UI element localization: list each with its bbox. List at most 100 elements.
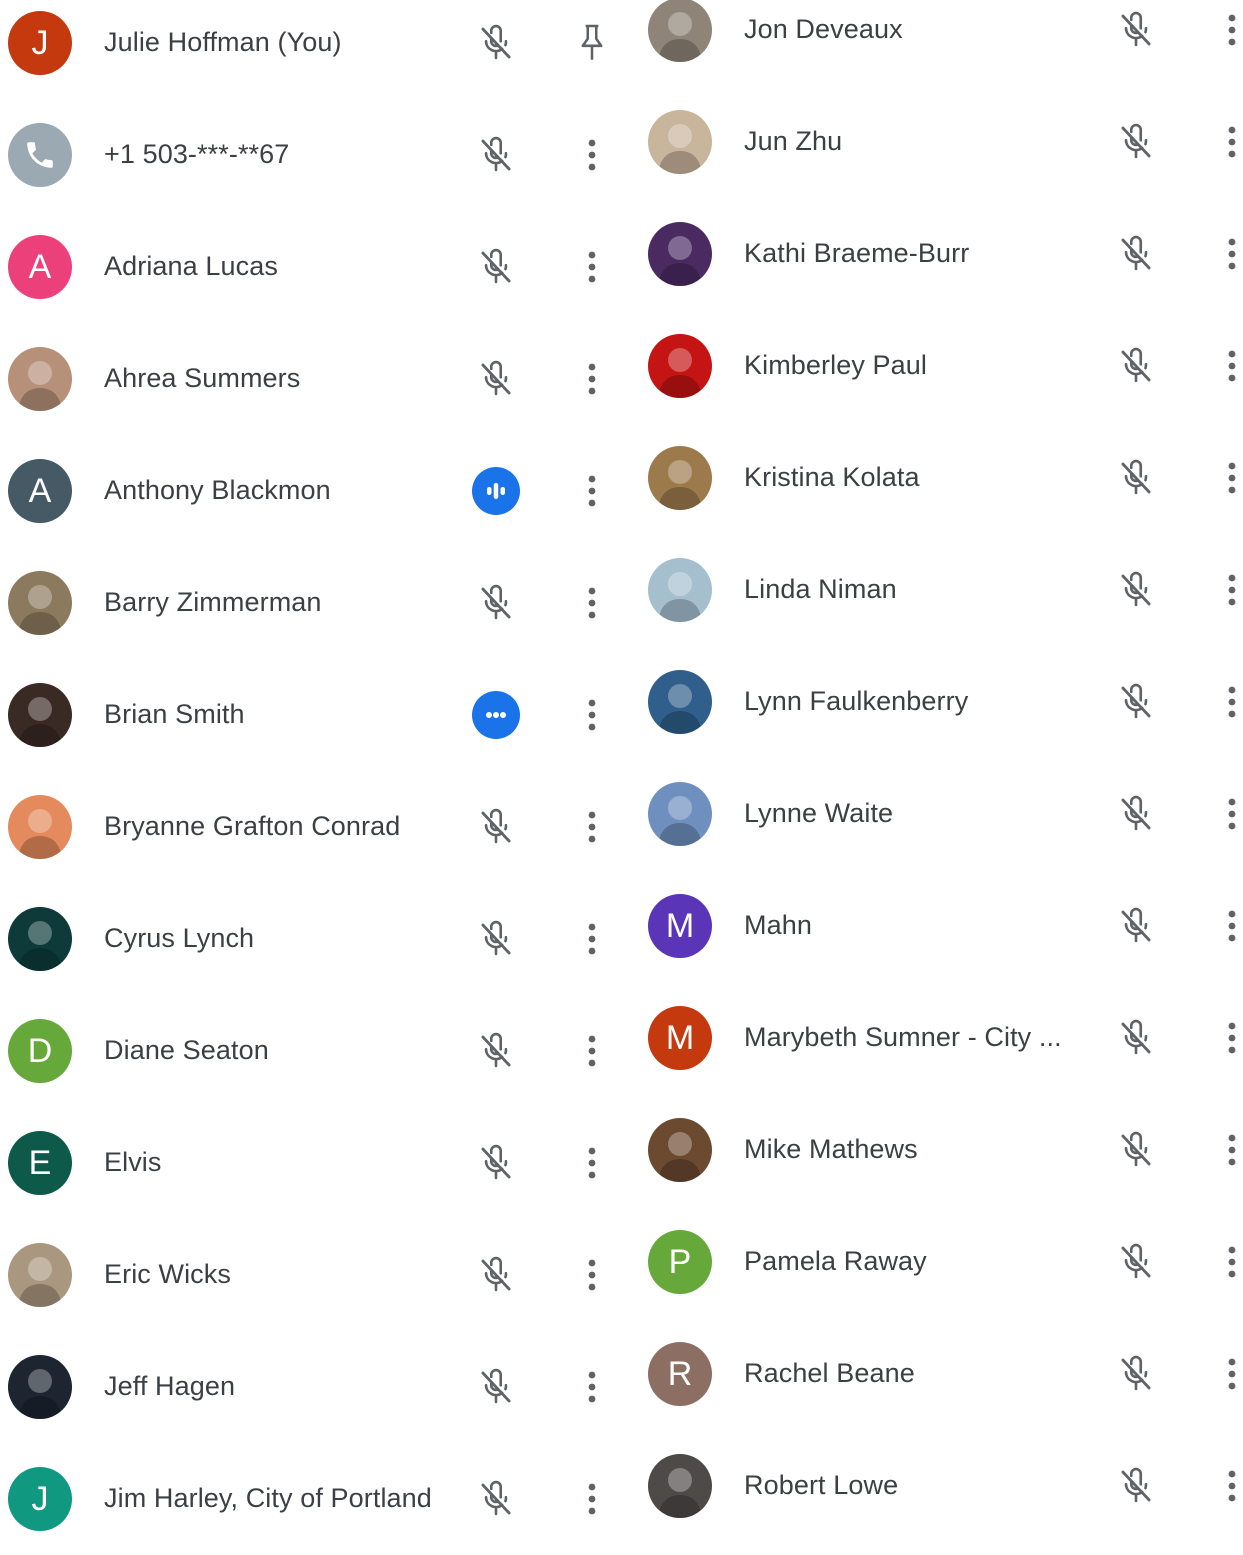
- mic-off-icon: [1112, 1350, 1160, 1398]
- participant-name: Elvis: [104, 1147, 162, 1177]
- more-options-icon[interactable]: [1220, 1014, 1243, 1062]
- avatar-photo: [8, 907, 72, 971]
- mic-off-icon: [1112, 454, 1160, 502]
- participant-name: Kimberley Paul: [744, 350, 927, 380]
- more-options-icon[interactable]: [1220, 230, 1243, 278]
- more-options-icon[interactable]: [580, 1139, 604, 1187]
- more-options-icon[interactable]: [580, 131, 604, 179]
- avatar-photo: [648, 334, 712, 398]
- more-options-icon[interactable]: [1220, 678, 1243, 726]
- avatar-photo: [648, 1118, 712, 1182]
- avatar-photo: [8, 795, 72, 859]
- avatar-letter: E: [8, 1131, 72, 1195]
- mic-off-icon: [1112, 1462, 1160, 1510]
- avatar-letter: J: [8, 11, 72, 75]
- mic-off-icon: [1112, 6, 1160, 54]
- participant-row-barry-zimmerman: Barry Zimmerman: [0, 547, 621, 659]
- more-options-icon[interactable]: [1220, 566, 1243, 614]
- more-options-icon[interactable]: [580, 355, 604, 403]
- participant-name: Anthony Blackmon: [104, 475, 331, 505]
- avatar-photo: [648, 670, 712, 734]
- more-options-icon[interactable]: [580, 579, 604, 627]
- more-options-icon[interactable]: [1220, 6, 1243, 54]
- participant-row-julie-hoffman-you: J Julie Hoffman (You): [0, 0, 621, 99]
- mic-off-icon: [1112, 566, 1160, 614]
- avatar-photo: [648, 222, 712, 286]
- avatar-letter: D: [8, 1019, 72, 1083]
- participant-name: Lynne Waite: [744, 798, 894, 828]
- participant-name: Linda Niman: [744, 574, 897, 604]
- more-options-icon[interactable]: [1220, 118, 1243, 166]
- more-options-icon[interactable]: [580, 1475, 604, 1523]
- pin-icon[interactable]: [572, 19, 612, 67]
- participant-row-rachel-beane: R Rachel Beane: [640, 1318, 1243, 1430]
- participant-name: Rachel Beane: [744, 1358, 915, 1388]
- more-options-icon[interactable]: [1220, 1350, 1243, 1398]
- more-options-icon[interactable]: [580, 1363, 604, 1411]
- avatar-letter: R: [648, 1342, 712, 1406]
- mic-off-icon: [1112, 1238, 1160, 1286]
- mic-off-icon: [472, 1027, 520, 1075]
- participant-row-1-503-67: +1 503-***-**67: [0, 99, 621, 211]
- participant-list-right-column: Jon Deveaux Jun Zhu Kathi Braeme-Burr Kimbe…: [640, 0, 1243, 1525]
- more-options-icon[interactable]: [580, 243, 604, 291]
- mic-off-icon: [472, 1139, 520, 1187]
- more-options-icon[interactable]: [1220, 342, 1243, 390]
- participant-row-lynne-waite: Lynne Waite: [640, 758, 1243, 870]
- mic-off-icon: [472, 1475, 520, 1523]
- mic-off-icon: [472, 1251, 520, 1299]
- participant-row-robert-lowe: Robert Lowe: [640, 1430, 1243, 1542]
- participant-row-elvis: E Elvis: [0, 1107, 621, 1219]
- more-options-icon[interactable]: [580, 915, 604, 963]
- participant-row-pamela-raway: P Pamela Raway: [640, 1206, 1243, 1318]
- mic-off-icon: [1112, 1014, 1160, 1062]
- mic-off-icon: [472, 19, 520, 67]
- avatar-photo: [648, 558, 712, 622]
- avatar-letter: M: [648, 1006, 712, 1070]
- more-options-icon[interactable]: [1220, 1462, 1243, 1510]
- avatar-letter: A: [8, 459, 72, 523]
- participant-name: Kathi Braeme-Burr: [744, 238, 970, 268]
- speaking-indicator-icon: [472, 467, 520, 515]
- participant-row-lynn-faulkenberry: Lynn Faulkenberry: [640, 646, 1243, 758]
- mic-off-icon: [472, 1363, 520, 1411]
- avatar-photo: [648, 1454, 712, 1518]
- participant-row-jeff-hagen: Jeff Hagen: [0, 1331, 621, 1443]
- participant-name: Marybeth Sumner - City ...: [744, 1022, 1062, 1052]
- more-options-icon[interactable]: [1220, 902, 1243, 950]
- more-options-icon[interactable]: [1220, 1238, 1243, 1286]
- participant-list-left-column: J Julie Hoffman (You) +1 503-***-**67 A Adri…: [0, 0, 621, 1531]
- participant-row-eric-wicks: Eric Wicks: [0, 1219, 621, 1331]
- avatar-letter: J: [8, 1467, 72, 1531]
- avatar-photo: [8, 347, 72, 411]
- participant-row-marybeth-sumner-city: M Marybeth Sumner - City ...: [640, 982, 1243, 1094]
- participant-name: Adriana Lucas: [104, 251, 278, 281]
- participant-name: Diane Seaton: [104, 1035, 269, 1065]
- participant-row-kathi-braeme-burr: Kathi Braeme-Burr: [640, 198, 1243, 310]
- participant-name: Eric Wicks: [104, 1259, 231, 1289]
- participant-row-jon-deveaux: Jon Deveaux: [640, 0, 1243, 86]
- more-options-icon[interactable]: [580, 467, 604, 515]
- more-options-icon[interactable]: [1220, 1126, 1243, 1174]
- mic-off-icon: [472, 915, 520, 963]
- avatar-photo: [648, 0, 712, 62]
- more-options-icon[interactable]: [580, 803, 604, 851]
- participant-name: Pamela Raway: [744, 1246, 927, 1276]
- participant-name: Bryanne Grafton Conrad: [104, 811, 401, 841]
- more-options-icon[interactable]: [580, 691, 604, 739]
- more-options-icon[interactable]: [1220, 790, 1243, 838]
- more-options-icon[interactable]: [1220, 454, 1243, 502]
- mic-off-icon: [1112, 342, 1160, 390]
- mic-off-icon: [472, 579, 520, 627]
- more-options-icon[interactable]: [580, 1027, 604, 1075]
- participant-name: Kristina Kolata: [744, 462, 920, 492]
- participant-name: Mike Mathews: [744, 1134, 918, 1164]
- more-options-icon[interactable]: [580, 1251, 604, 1299]
- participant-row-ahrea-summers: Ahrea Summers: [0, 323, 621, 435]
- mic-off-icon: [472, 803, 520, 851]
- participant-row-diane-seaton: D Diane Seaton: [0, 995, 621, 1107]
- participant-row-brian-smith: Brian Smith: [0, 659, 621, 771]
- mic-off-icon: [1112, 230, 1160, 278]
- participant-row-mike-mathews: Mike Mathews: [640, 1094, 1243, 1206]
- avatar-photo: [8, 571, 72, 635]
